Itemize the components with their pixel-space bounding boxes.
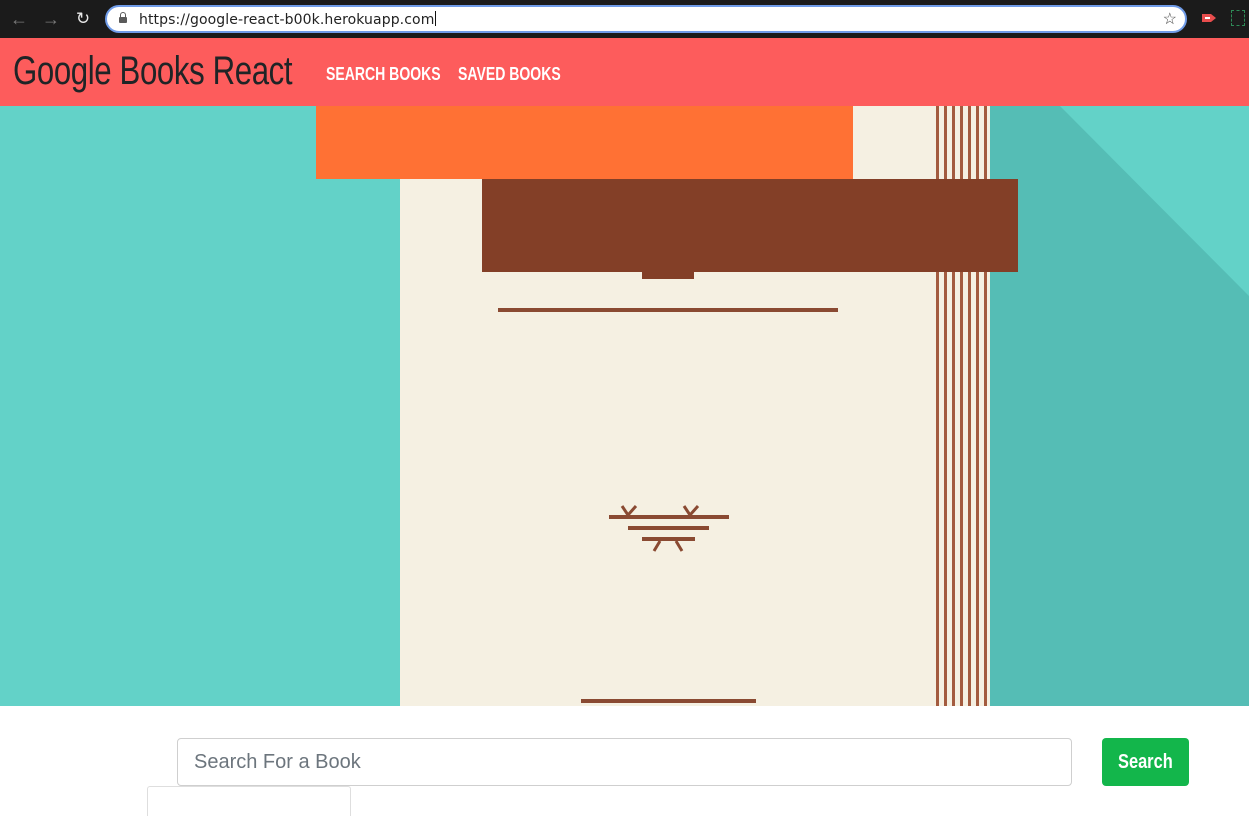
- forward-arrow-icon[interactable]: →: [40, 8, 62, 30]
- brand-title[interactable]: Google Books React: [13, 49, 293, 94]
- browser-toolbar: ← → ↻ https://google-react-b00k.herokuap…: [0, 0, 1249, 39]
- book-illustration: [316, 106, 1249, 706]
- orange-band: [316, 106, 853, 179]
- results-dropdown[interactable]: [147, 786, 351, 816]
- title-rule: [498, 308, 838, 312]
- bottom-rule: [581, 699, 756, 703]
- nav-link-search-books[interactable]: SEARCH BOOKS: [326, 64, 441, 85]
- text-cursor: [435, 11, 437, 26]
- shadow-shape: [990, 106, 1249, 706]
- search-button[interactable]: Search: [1102, 738, 1189, 786]
- address-bar-url: https://google-react-b00k.herokuapp.com: [139, 12, 435, 28]
- bookmark-star-icon[interactable]: ☆: [1163, 9, 1177, 29]
- extension-icon[interactable]: [1201, 12, 1217, 24]
- nav-link-saved-books[interactable]: SAVED BOOKS: [458, 64, 561, 85]
- reload-icon[interactable]: ↻: [72, 8, 94, 30]
- extension-icon-2[interactable]: [1231, 10, 1245, 26]
- brown-ribbon: [482, 179, 1018, 272]
- address-bar[interactable]: https://google-react-b00k.herokuapp.com …: [105, 5, 1187, 33]
- book-search-input[interactable]: [177, 738, 1072, 786]
- ribbon-tab: [642, 272, 694, 279]
- app-navbar: Google Books React SEARCH BOOKS SAVED BO…: [0, 38, 1249, 106]
- search-button-label: Search: [1118, 750, 1173, 773]
- lock-icon: [119, 12, 127, 23]
- hero-banner: [0, 106, 1249, 706]
- back-arrow-icon[interactable]: ←: [8, 8, 30, 30]
